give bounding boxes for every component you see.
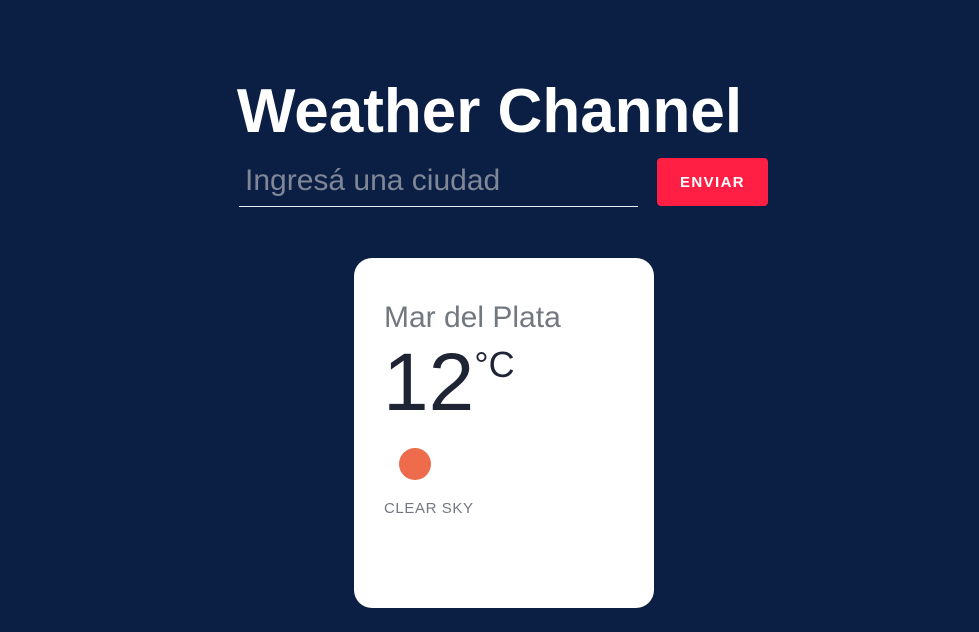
submit-button[interactable]: ENVIAR [657,158,768,206]
sun-icon [399,448,431,480]
weather-card: Mar del Plata 12°C CLEAR SKY [354,258,654,608]
temperature-unit: °C [474,344,515,385]
page-title: Weather Channel [236,76,743,146]
sun-disc [399,448,431,480]
city-input[interactable] [239,155,638,207]
temperature-display: 12°C [383,342,515,424]
weather-page: Weather Channel ENVIAR Mar del Plata 12°… [0,0,979,632]
city-name: Mar del Plata [384,301,561,334]
temperature-value: 12 [383,337,475,428]
city-search-form: ENVIAR [239,155,769,210]
weather-description: CLEAR SKY [384,500,474,517]
